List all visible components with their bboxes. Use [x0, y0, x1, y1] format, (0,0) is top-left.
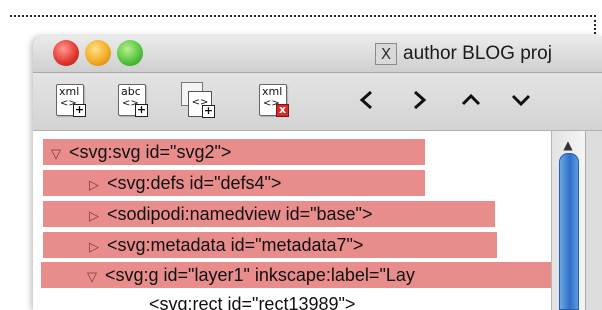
chevron-down-icon [511, 94, 531, 107]
title-bar[interactable]: X author BLOG proj [33, 36, 602, 73]
minimize-button[interactable] [85, 40, 111, 66]
tree-row-rect[interactable]: <svg:rect id="rect13989"> [149, 291, 449, 310]
tree-row-label: <svg:g id="layer1" inkscape:label="Lay [105, 265, 415, 285]
delete-icon-label: xml [262, 85, 283, 98]
side-panel-edge [585, 131, 602, 310]
tree-row-layer1[interactable]: ▽ <svg:g id="layer1" inkscape:label="Lay [41, 262, 551, 288]
chevron-left-icon [359, 90, 372, 110]
chevron-right-icon [414, 90, 427, 110]
tree-row-metadata[interactable]: ▷ <svg:metadata id="metadata7"> [43, 232, 497, 258]
new-text-icon-label: abc [121, 85, 141, 98]
close-button[interactable] [53, 40, 79, 66]
xml-editor-window: X author BLOG proj xml <> + abc <> + <> … [33, 36, 602, 310]
collapsed-triangle-icon[interactable]: ▷ [81, 172, 107, 198]
new-text-node-button[interactable]: abc <> + [118, 84, 148, 117]
tree-row-label: <svg:svg id="svg2"> [69, 142, 232, 162]
unindent-node-button[interactable] [353, 85, 381, 115]
collapsed-triangle-icon[interactable]: ▷ [81, 203, 107, 229]
lower-node-button[interactable] [507, 85, 535, 115]
window-title: author BLOG proj [403, 43, 552, 64]
tree-row-namedview[interactable]: ▷ <sodipodi:namedview id="base"> [43, 201, 495, 227]
scroll-up-arrow-icon[interactable]: ▲ [561, 139, 575, 151]
delete-node-button[interactable]: xml <> x [259, 84, 289, 117]
chevron-up-icon [461, 93, 481, 106]
tree-row-svg-root[interactable]: ▽ <svg:svg id="svg2"> [43, 139, 425, 165]
raise-node-button[interactable] [457, 85, 485, 115]
toolbar: xml <> + abc <> + <> + xml <> x [33, 73, 602, 131]
expanded-triangle-icon[interactable]: ▽ [43, 141, 69, 167]
scroll-thumb[interactable] [559, 153, 579, 310]
plus-icon: + [73, 103, 86, 117]
indent-node-button[interactable] [405, 85, 433, 115]
tree-row-label: <svg:rect id="rect13989"> [149, 294, 356, 310]
canvas-border-top [10, 15, 596, 17]
delete-x-icon: x [276, 104, 289, 117]
tree-row-label: <sodipodi:namedview id="base"> [107, 204, 373, 224]
plus-icon: + [135, 103, 148, 117]
tree-row-label: <svg:metadata id="metadata7"> [107, 235, 364, 255]
zoom-button[interactable] [117, 40, 143, 66]
tree-scrollbar[interactable]: ▲ [551, 131, 586, 310]
expanded-triangle-icon[interactable]: ▽ [79, 264, 105, 288]
x11-app-icon: X [375, 43, 397, 65]
plus-icon: + [202, 104, 215, 118]
tree-row-label: <svg:defs id="defs4"> [107, 173, 282, 193]
tree-row-defs[interactable]: ▷ <svg:defs id="defs4"> [43, 170, 425, 196]
collapsed-triangle-icon[interactable]: ▷ [81, 234, 107, 260]
duplicate-front-page-icon: <> + [188, 91, 215, 118]
new-element-icon-label: xml [59, 85, 80, 98]
xml-node-tree: ▽ <svg:svg id="svg2"> ▷ <svg:defs id="defs… [33, 131, 551, 310]
new-element-node-button[interactable]: xml <> + [56, 84, 86, 117]
